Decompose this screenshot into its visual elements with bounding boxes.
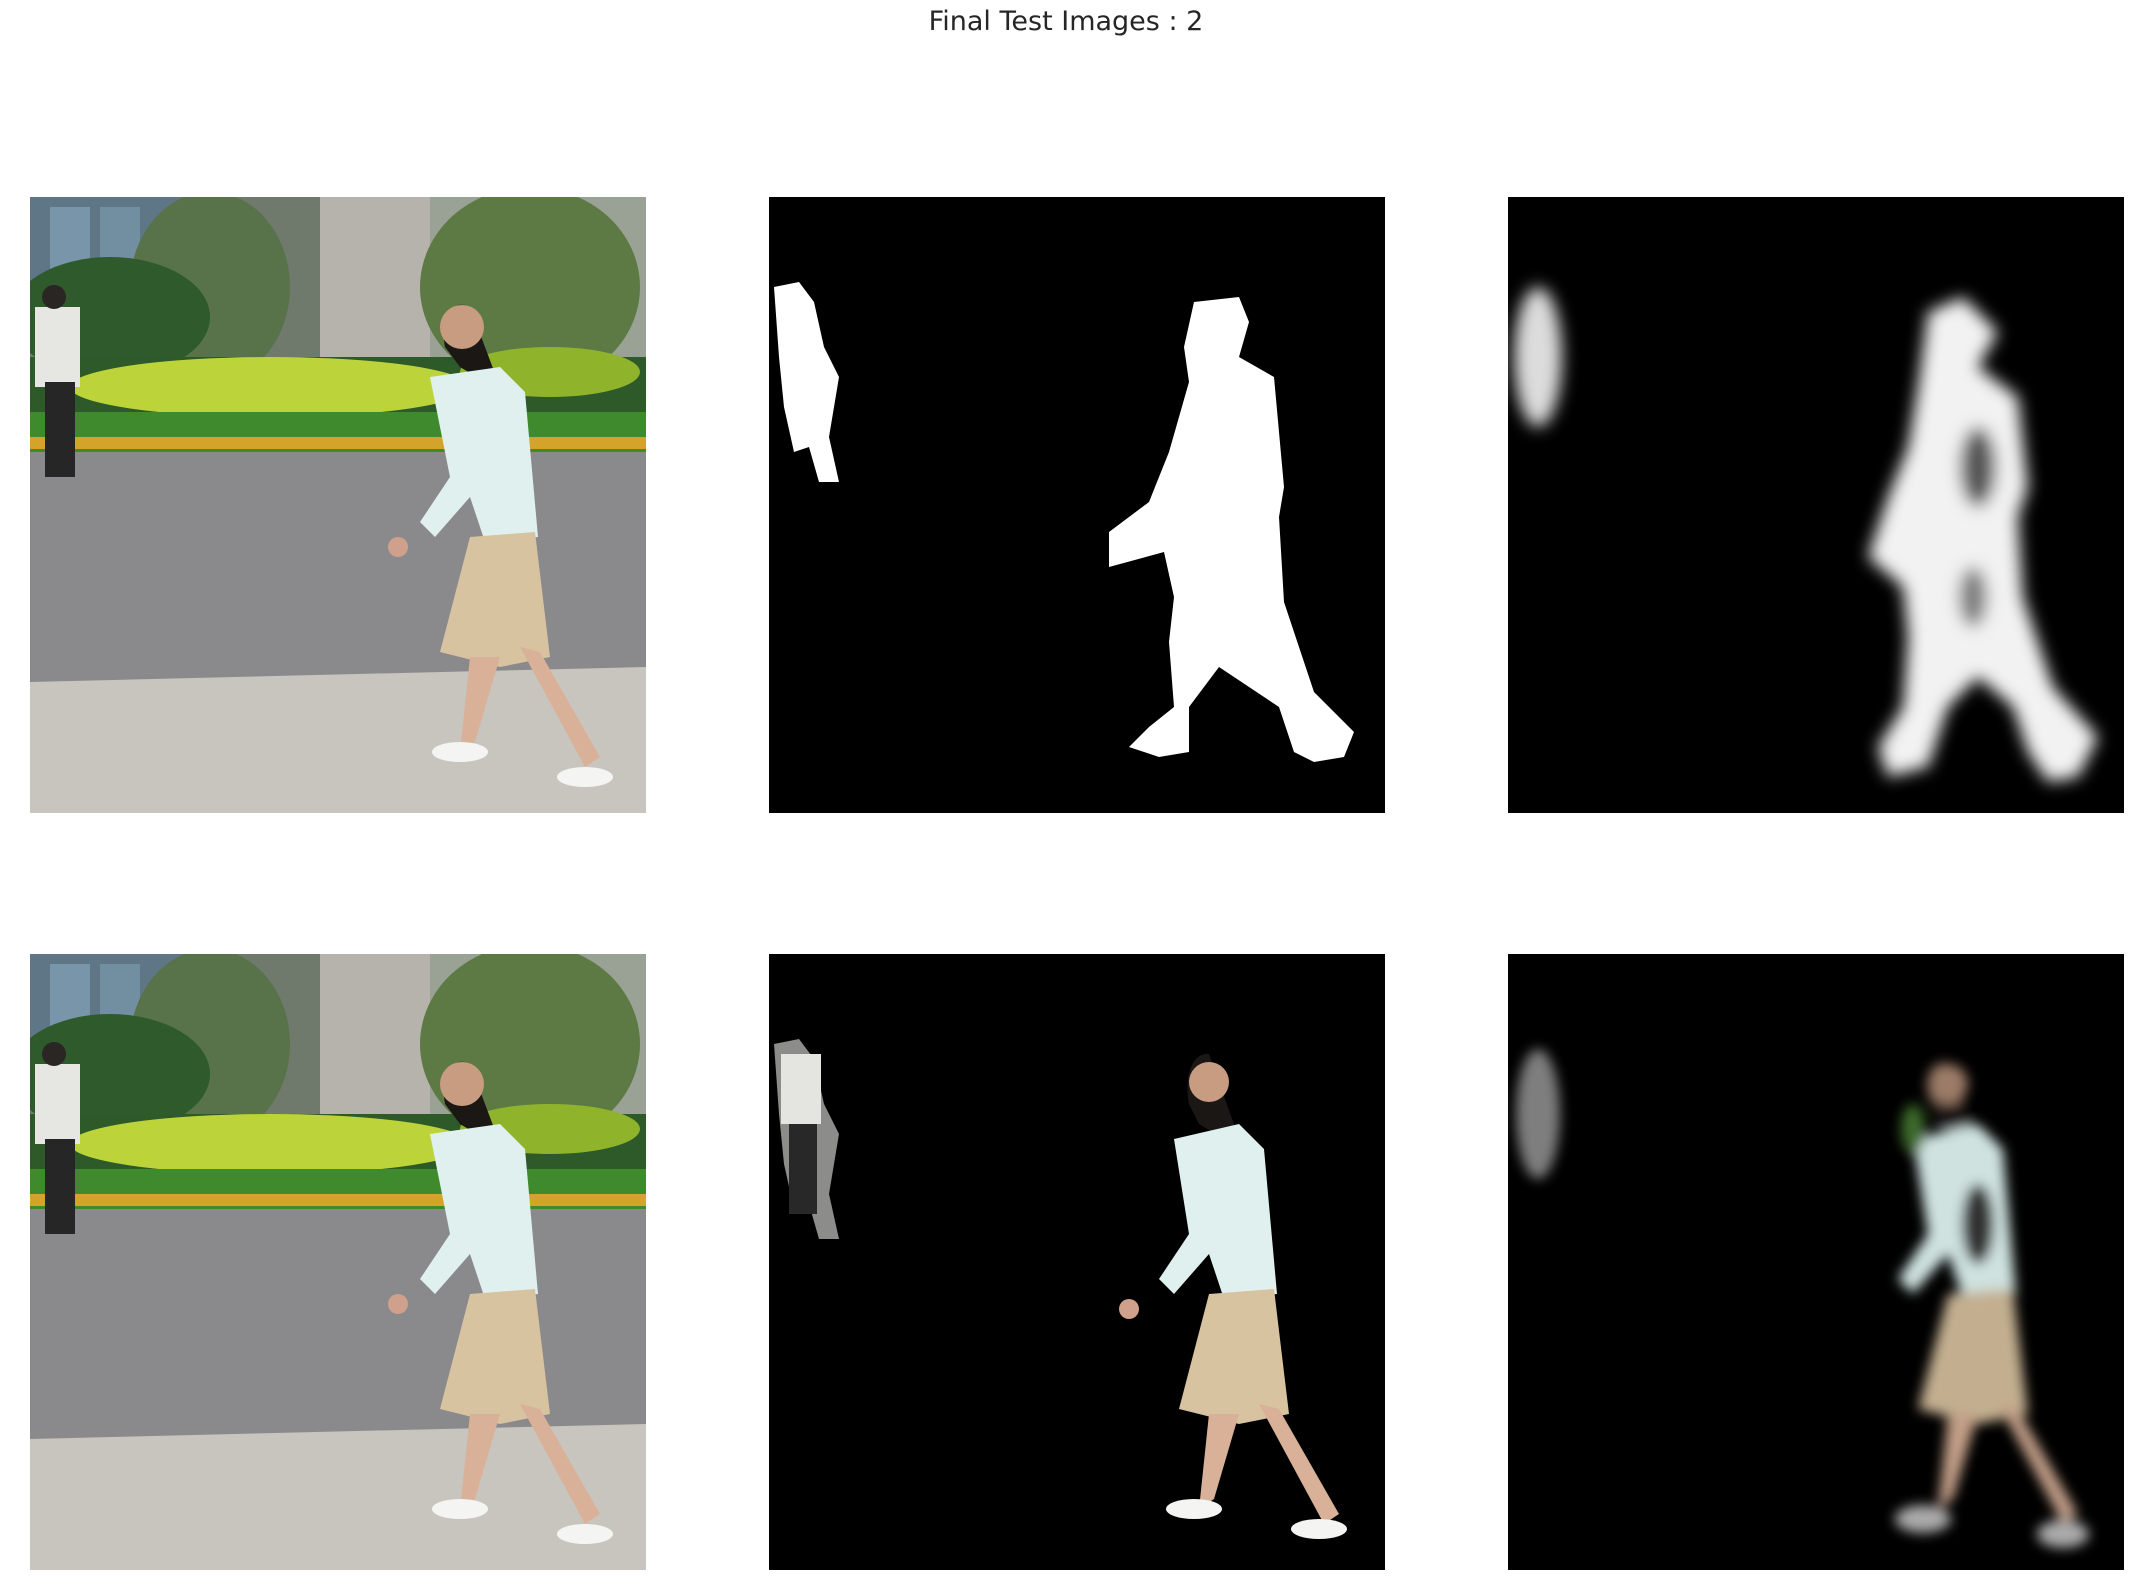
predicted-cutout — [1508, 954, 2124, 1570]
figure-title: Final Test Images : 2 — [928, 6, 1204, 37]
input-image-top — [30, 197, 646, 813]
soft-masked-photo — [1508, 954, 2124, 1570]
input-image-bottom — [30, 954, 646, 1570]
masked-photo — [769, 954, 1385, 1570]
ground-truth-cutout — [769, 954, 1385, 1570]
binary-mask — [769, 197, 1385, 813]
ground-truth-mask — [769, 197, 1385, 813]
predicted-mask — [1508, 197, 2124, 813]
soft-mask — [1508, 197, 2124, 813]
street-scene-photo — [30, 197, 646, 813]
street-scene-photo — [30, 954, 646, 1570]
